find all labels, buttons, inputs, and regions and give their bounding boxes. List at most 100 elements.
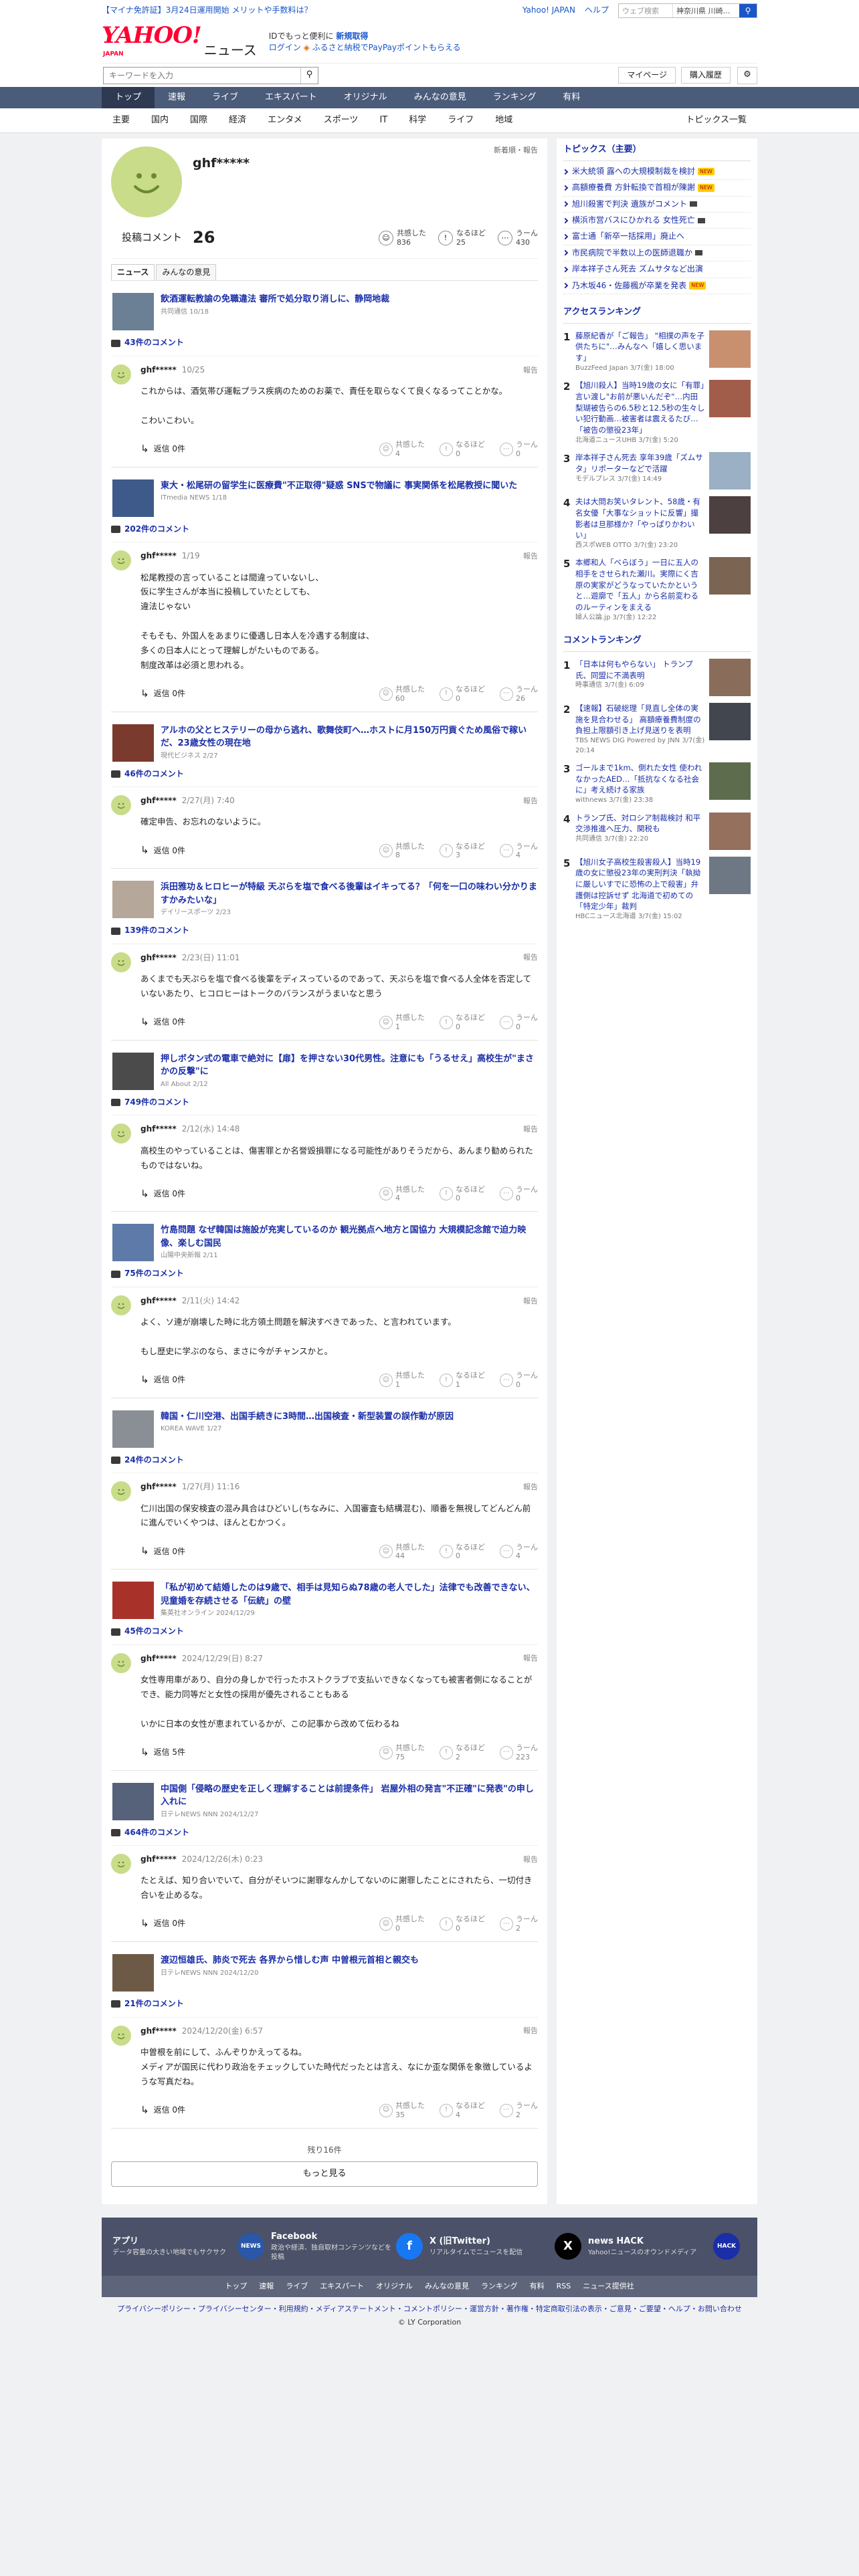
hmm-button[interactable]: ⋯ うーん 4 bbox=[500, 1543, 538, 1562]
naruhodo-button[interactable]: ! なるほど 2 bbox=[440, 1743, 485, 1762]
promo-link[interactable]: 【マイナ免許証】3月24日運用開始 メリットや手数料は？ bbox=[102, 5, 312, 16]
comment-count-link[interactable]: 202件のコメント bbox=[111, 524, 538, 535]
news-search-input[interactable] bbox=[104, 67, 300, 84]
ranking-item[interactable]: 1 「日本は何もやらない」 トランプ氏、同盟に不満表明 時事通信 3/7(金) 6:… bbox=[563, 659, 751, 697]
cat-business[interactable]: 経済 bbox=[218, 114, 257, 127]
footer-nav-link[interactable]: トップ bbox=[225, 2282, 247, 2290]
hmm-button[interactable]: ⋯ うーん 0 bbox=[500, 1371, 538, 1390]
article-title[interactable]: 押しボタン式の電車で絶対に【扉】を押さない30代男性。注意にも「うるせえ」高校生… bbox=[161, 1053, 538, 1079]
hmm-button[interactable]: ⋯ うーん 2 bbox=[500, 1915, 538, 1933]
like-button[interactable]: ☺ 共感した 4 bbox=[379, 440, 425, 459]
article-thumbnail[interactable] bbox=[112, 1782, 154, 1820]
comment-count-link[interactable]: 21件のコメント bbox=[111, 1998, 538, 2010]
article-thumbnail[interactable] bbox=[112, 1582, 154, 1620]
article-title[interactable]: 飲酒運転教諭の免職違法 審所で処分取り消しに、静岡地裁 bbox=[161, 293, 389, 306]
reply-button[interactable]: ↳ 返信 0件 bbox=[140, 1544, 185, 1559]
nav-opinions[interactable]: みんなの意見 bbox=[401, 87, 480, 108]
report-link[interactable]: 報告 bbox=[523, 1653, 538, 1664]
ranking-item[interactable]: 2 【速報】石破総理「見直し全体の実施を見合わせる」 高額療養費制度の負担上限額引… bbox=[563, 703, 751, 756]
article-title[interactable]: 中国側「侵略の歴史を正しく理解することは前提条件」 岩屋外相の発言"不正確"に発… bbox=[161, 1783, 538, 1809]
report-link[interactable]: 報告 bbox=[523, 365, 538, 376]
article-thumbnail[interactable] bbox=[112, 293, 154, 331]
article-title[interactable]: アルホの父とヒステリーの母から逃れ、歌舞伎町へ…ホストに月150万円貢ぐため風俗… bbox=[161, 724, 538, 750]
footer-nav-link[interactable]: 速報 bbox=[259, 2282, 274, 2290]
report-link[interactable]: 報告 bbox=[523, 1124, 538, 1135]
cat-life[interactable]: ライフ bbox=[437, 114, 484, 127]
article-link[interactable]: 飲酒運転教諭の免職違法 審所で処分取り消しに、静岡地裁 共同通信 10/18 bbox=[111, 293, 538, 331]
footer-nav-link[interactable]: 有料 bbox=[530, 2282, 545, 2290]
footer-nav-link[interactable]: ランキング bbox=[481, 2282, 518, 2290]
cat-it[interactable]: IT bbox=[369, 114, 398, 127]
naruhodo-button[interactable]: ! なるほど 1 bbox=[440, 1371, 485, 1390]
article-thumbnail[interactable] bbox=[112, 1954, 154, 1992]
footer-nav-link[interactable]: ニュース提供社 bbox=[583, 2282, 634, 2290]
like-button[interactable]: ☺ 共感した 60 bbox=[379, 685, 425, 704]
topic-item[interactable]: 米大統領 露への大規模制裁を検討 NEW bbox=[562, 164, 751, 181]
article-link[interactable]: 東大・松尾研の留学生に医療費"不正取得"疑惑 SNSで物議に 事実関係を松尾教授… bbox=[111, 479, 538, 517]
cat-world[interactable]: 国際 bbox=[179, 114, 218, 127]
hmm-button[interactable]: ⋯ うーん 4 bbox=[500, 842, 538, 861]
comment-count-link[interactable]: 139件のコメント bbox=[111, 925, 538, 936]
article-thumbnail[interactable] bbox=[112, 724, 154, 762]
like-button[interactable]: ☺ 共感した 35 bbox=[379, 2101, 425, 2120]
topic-item[interactable]: 旭川殺害で判決 遺族がコメント bbox=[562, 197, 751, 213]
footer-nav-link[interactable]: ライブ bbox=[286, 2282, 308, 2290]
topic-item[interactable]: 高額療養費 方針転換で首相が陳謝 NEW bbox=[562, 180, 751, 197]
like-button[interactable]: ☺ 共感した 75 bbox=[379, 1743, 425, 1762]
reply-button[interactable]: ↳ 返信 0件 bbox=[140, 1187, 185, 1202]
report-link[interactable]: 報告 bbox=[523, 1482, 538, 1493]
report-link[interactable]: 報告 bbox=[523, 952, 538, 963]
comment-count-link[interactable]: 45件のコメント bbox=[111, 1626, 538, 1637]
comment-count-link[interactable]: 46件のコメント bbox=[111, 768, 538, 780]
like-button[interactable]: ☺ 共感した 4 bbox=[379, 1185, 425, 1204]
yahoo-news-logo[interactable]: YAHOO! JAPAN ニュース bbox=[102, 24, 257, 60]
comment-count-link[interactable]: 24件のコメント bbox=[111, 1455, 538, 1466]
article-link[interactable]: アルホの父とヒステリーの母から逃れ、歌舞伎町へ…ホストに月150万円貢ぐため風俗… bbox=[111, 724, 538, 762]
naruhodo-button[interactable]: ! なるほど 0 bbox=[440, 1185, 485, 1204]
article-link[interactable]: 浜田雅功＆ヒロヒーが特級 天ぷらを塩で食べる後輩はイキってる？「何を一口の味わい… bbox=[111, 881, 538, 919]
purchase-history-button[interactable]: 購入履歴 bbox=[680, 66, 731, 84]
sort-report-link[interactable]: 新着順・報告 bbox=[494, 145, 538, 156]
topic-item[interactable]: 横浜市営バスにひかれる 女性死亡 bbox=[562, 213, 751, 229]
help-link[interactable]: ヘルプ bbox=[585, 5, 609, 16]
report-link[interactable]: 報告 bbox=[523, 2026, 538, 2036]
ranking-item[interactable]: 4 トランプ氏、対ロシア制裁検討 和平交渉推進へ圧力、関税も 共同通信 3/7(金)… bbox=[563, 812, 751, 850]
topic-item[interactable]: 岸本祥子さん死去 ズムサタなど出演 bbox=[562, 261, 751, 278]
footer-nav-link[interactable]: エキスパート bbox=[320, 2282, 364, 2290]
article-title[interactable]: 韓国・仁川空港、出国手続きに3時間…出国検査・新型装置の誤作動が原因 bbox=[161, 1410, 454, 1424]
article-link[interactable]: 渡辺恒雄氏、肺炎で死去 各界から惜しむ声 中曽根元首相と親交も 日テレNEWS N… bbox=[111, 1954, 538, 1992]
article-title[interactable]: 浜田雅功＆ヒロヒーが特級 天ぷらを塩で食べる後輩はイキってる？「何を一口の味わい… bbox=[161, 881, 538, 907]
naruhodo-button[interactable]: ! なるほど 0 bbox=[440, 440, 485, 459]
comment-count-link[interactable]: 43件のコメント bbox=[111, 337, 538, 348]
article-title[interactable]: 「私が初めて結婚したのは9歳で、相手は見知らぬ78歳の老人でした」法律でも改善で… bbox=[161, 1582, 538, 1608]
cat-sports[interactable]: スポーツ bbox=[313, 114, 369, 127]
like-button[interactable]: ☺ 共感した 8 bbox=[379, 842, 425, 861]
article-link[interactable]: 竹島問題 なぜ韓国は施設が充実しているのか 観光拠点へ地方と国協力 大規模記念館… bbox=[111, 1224, 538, 1262]
article-thumbnail[interactable] bbox=[112, 479, 154, 517]
reply-button[interactable]: ↳ 返信 0件 bbox=[140, 843, 185, 858]
comment-count-link[interactable]: 464件のコメント bbox=[111, 1827, 538, 1838]
like-button[interactable]: ☺ 共感した 44 bbox=[379, 1543, 425, 1562]
ranking-item[interactable]: 4 夫は大問お笑いタレント、58歳・有名女優「大事なショットに反響」撮影者は旦那様… bbox=[563, 496, 751, 550]
nav-expert[interactable]: エキスパート bbox=[252, 87, 330, 108]
topics-list-link[interactable]: トピックス一覧 bbox=[675, 114, 757, 127]
naruhodo-button[interactable]: ! なるほど 0 bbox=[440, 685, 485, 704]
article-thumbnail[interactable] bbox=[112, 1410, 154, 1448]
cat-domestic[interactable]: 国内 bbox=[140, 114, 179, 127]
comment-count-link[interactable]: 749件のコメント bbox=[111, 1097, 538, 1108]
hmm-button[interactable]: ⋯ うーん 26 bbox=[500, 685, 538, 704]
footer-nav-link[interactable]: みんなの意見 bbox=[425, 2282, 469, 2290]
ranking-item[interactable]: 1 藤原紀香が「ご報告」 "相撲の声を子供たちに"…みんなへ「嬉しく思います」 Bu… bbox=[563, 330, 751, 374]
footer-nav-link[interactable]: RSS bbox=[557, 2282, 571, 2290]
tab-news[interactable]: ニュース bbox=[111, 264, 155, 281]
reply-button[interactable]: ↳ 返信 0件 bbox=[140, 687, 185, 702]
article-link[interactable]: 中国側「侵略の歴史を正しく理解することは前提条件」 岩屋外相の発言"不正確"に発… bbox=[111, 1782, 538, 1820]
article-title[interactable]: 渡辺恒雄氏、肺炎で死去 各界から惜しむ声 中曽根元首相と親交も bbox=[161, 1954, 419, 1967]
cat-local[interactable]: 地域 bbox=[484, 114, 523, 127]
like-button[interactable]: ☺ 共感した 0 bbox=[379, 1915, 425, 1933]
footer-card[interactable]: アプリ データ容量の大きい地域でもサクサク NEWS bbox=[112, 2231, 264, 2262]
ranking-item[interactable]: 2 【旭川殺人】当時19歳の女に「有罪」言い渡し"お前が悪いんだぞ"…内田梨瑚被告… bbox=[563, 380, 751, 445]
cat-main[interactable]: 主要 bbox=[102, 114, 140, 127]
legal-links[interactable]: プライバシーポリシー・プライバシーセンター・利用規約・メディアステートメント・コ… bbox=[102, 2304, 757, 2315]
reply-button[interactable]: ↳ 返信 5件 bbox=[140, 1745, 185, 1760]
